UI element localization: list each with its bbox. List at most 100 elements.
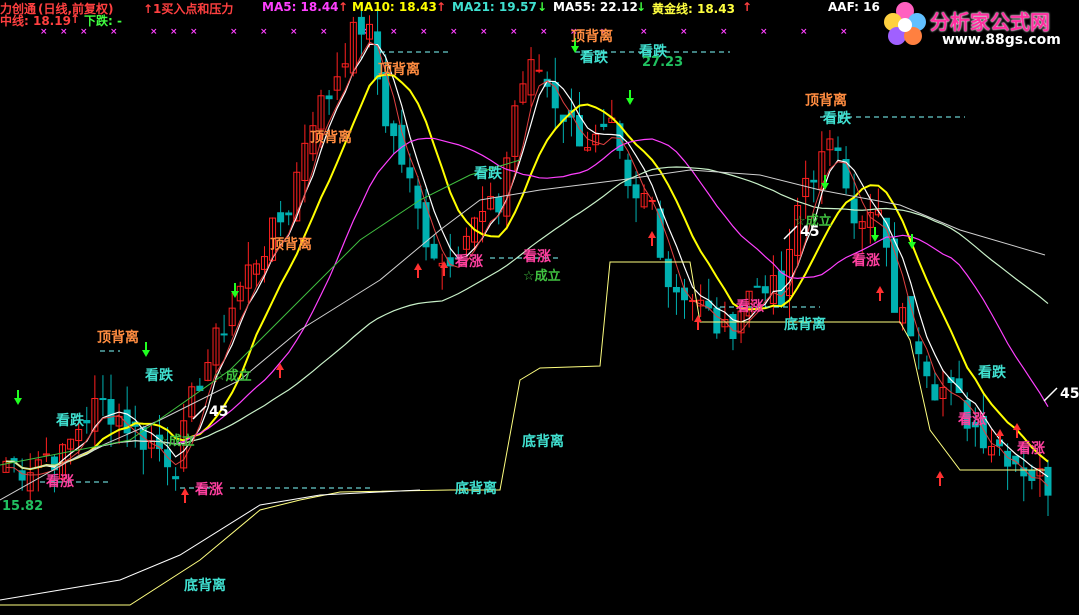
annotation-look-up: 看涨: [1016, 440, 1045, 457]
top-marker-x: ×: [170, 27, 178, 37]
annotation-look-up: 看涨: [851, 252, 880, 269]
annotation-look-down: 看跌: [977, 364, 1007, 381]
candle-body: [99, 398, 107, 401]
top-marker-x: ×: [480, 27, 488, 37]
top-marker-x: ×: [840, 27, 848, 37]
buy-arrow-icon: [414, 263, 422, 270]
gold-line-value: 黄金线: 18.43: [652, 2, 735, 16]
top-marker-x: ×: [510, 27, 518, 37]
annotation-look-up: 看涨: [522, 248, 551, 265]
annotation-look-up: 看涨: [454, 253, 483, 270]
top-marker-x: ×: [640, 27, 648, 37]
candle-body: [810, 179, 818, 183]
candle-body: [600, 123, 608, 127]
sell-arrow-icon: [14, 398, 22, 405]
annotation-top-divergence: 顶背离: [310, 129, 352, 146]
price-label-low: 15.82: [2, 499, 43, 514]
annotation-confirm: ☆成立: [523, 268, 561, 284]
top-marker-x: ×: [190, 27, 198, 37]
buy-arrow-icon: [648, 231, 656, 238]
annotation-look-down: 看跌: [473, 165, 503, 182]
annotation-top-divergence: 顶背离: [378, 61, 420, 78]
top-marker-x: ×: [150, 27, 158, 37]
annotation-top-divergence: 顶背离: [571, 28, 613, 45]
buy-arrow-icon: [181, 488, 189, 495]
candle-body: [1044, 466, 1052, 496]
annotation-top-divergence: 顶背离: [805, 92, 847, 109]
annotation-look-down: 看跌: [55, 412, 85, 429]
ma55-line: [5, 166, 1049, 470]
candle-body: [285, 212, 293, 216]
top-marker-x: ×: [720, 27, 728, 37]
top-marker-x: ×: [540, 27, 548, 37]
candle-body: [907, 296, 915, 337]
annotation-angle: 45: [209, 404, 228, 420]
ma21-value: MA21: 19.57: [452, 0, 537, 14]
annotation-bottom-divergence: 底背离: [522, 433, 564, 450]
gold-line-arrow: ↑: [742, 0, 753, 14]
candle-body: [535, 69, 543, 72]
candle-body: [357, 16, 365, 35]
ma10-value: MA10: 18.43: [352, 0, 437, 14]
buy-point-label: ↑1买入点和压力: [143, 2, 234, 16]
candle-body: [632, 184, 640, 199]
chart-area: ××××××××××××××××××××××××××顶背离顶背离顶背离顶背离顶背…: [0, 0, 1079, 615]
candle-body: [834, 147, 842, 151]
sell-arrow-icon: [142, 350, 150, 357]
candle-body: [430, 243, 438, 259]
candle-body: [713, 307, 721, 334]
candle-body: [107, 399, 115, 425]
candle-body: [915, 341, 923, 355]
top-marker-x: ×: [290, 27, 298, 37]
top-marker-x: ×: [680, 27, 688, 37]
mid-line-arrow: ↑: [70, 12, 81, 26]
top-marker-x: ×: [260, 27, 268, 37]
candle-body: [753, 285, 761, 288]
candle-body: [656, 208, 664, 258]
ma21-arrow: ↓: [537, 0, 548, 14]
mid-line-value: 中线: 18.19: [0, 14, 71, 28]
annotation-angle: 45: [1060, 386, 1079, 402]
candle-body: [923, 361, 931, 377]
sell-arrow-icon: [908, 242, 916, 249]
candle-body: [164, 449, 172, 468]
buy-arrow-icon: [876, 286, 884, 293]
candle-body: [220, 333, 228, 336]
candle-body: [325, 95, 333, 100]
site-logo: 分析家公式网 www.88gs.com: [878, 0, 1079, 52]
annotation-look-up: 看涨: [194, 481, 223, 498]
candle-body: [390, 123, 398, 137]
annotation-look-down: 看跌: [822, 110, 852, 127]
top-marker-x: ×: [320, 27, 328, 37]
top-marker-x: ×: [230, 27, 238, 37]
candle-body: [83, 419, 91, 424]
candle-body: [576, 115, 584, 147]
candle-body: [277, 212, 285, 223]
annotation-bottom-divergence: 底背离: [455, 480, 497, 497]
candle-body: [551, 82, 559, 109]
annotation-bottom-divergence: 底背离: [784, 316, 826, 333]
top-marker-x: ×: [390, 27, 398, 37]
top-marker-x: ×: [760, 27, 768, 37]
sell-arrow-icon: [626, 98, 634, 105]
annotation-bottom-divergence: 底背离: [184, 577, 226, 594]
annotation-top-divergence: 顶背离: [97, 329, 139, 346]
annotation-top-divergence: 顶背离: [270, 236, 312, 253]
ma5-value: MA5: 18.44: [262, 0, 339, 14]
buy-arrow-icon: [996, 429, 1004, 436]
annotation-confirm: ☆成立: [214, 368, 252, 384]
candle-body: [382, 71, 390, 127]
price-label-high: 27.23: [642, 55, 683, 70]
candle-body: [624, 159, 632, 187]
candle-body: [931, 384, 939, 401]
buy-arrow-icon: [936, 471, 944, 478]
top-marker-x: ×: [420, 27, 428, 37]
candle-body: [406, 167, 414, 179]
annotation-look-down: 看跌: [144, 367, 174, 384]
ma10-arrow: ↑: [436, 0, 447, 14]
top-marker-x: ×: [800, 27, 808, 37]
ma5-arrow: ↑: [338, 0, 349, 14]
annotation-confirm: ☆成立: [157, 433, 195, 449]
logo-url: www.88gs.com: [942, 32, 1061, 48]
annotation-angle: 45: [800, 224, 819, 240]
